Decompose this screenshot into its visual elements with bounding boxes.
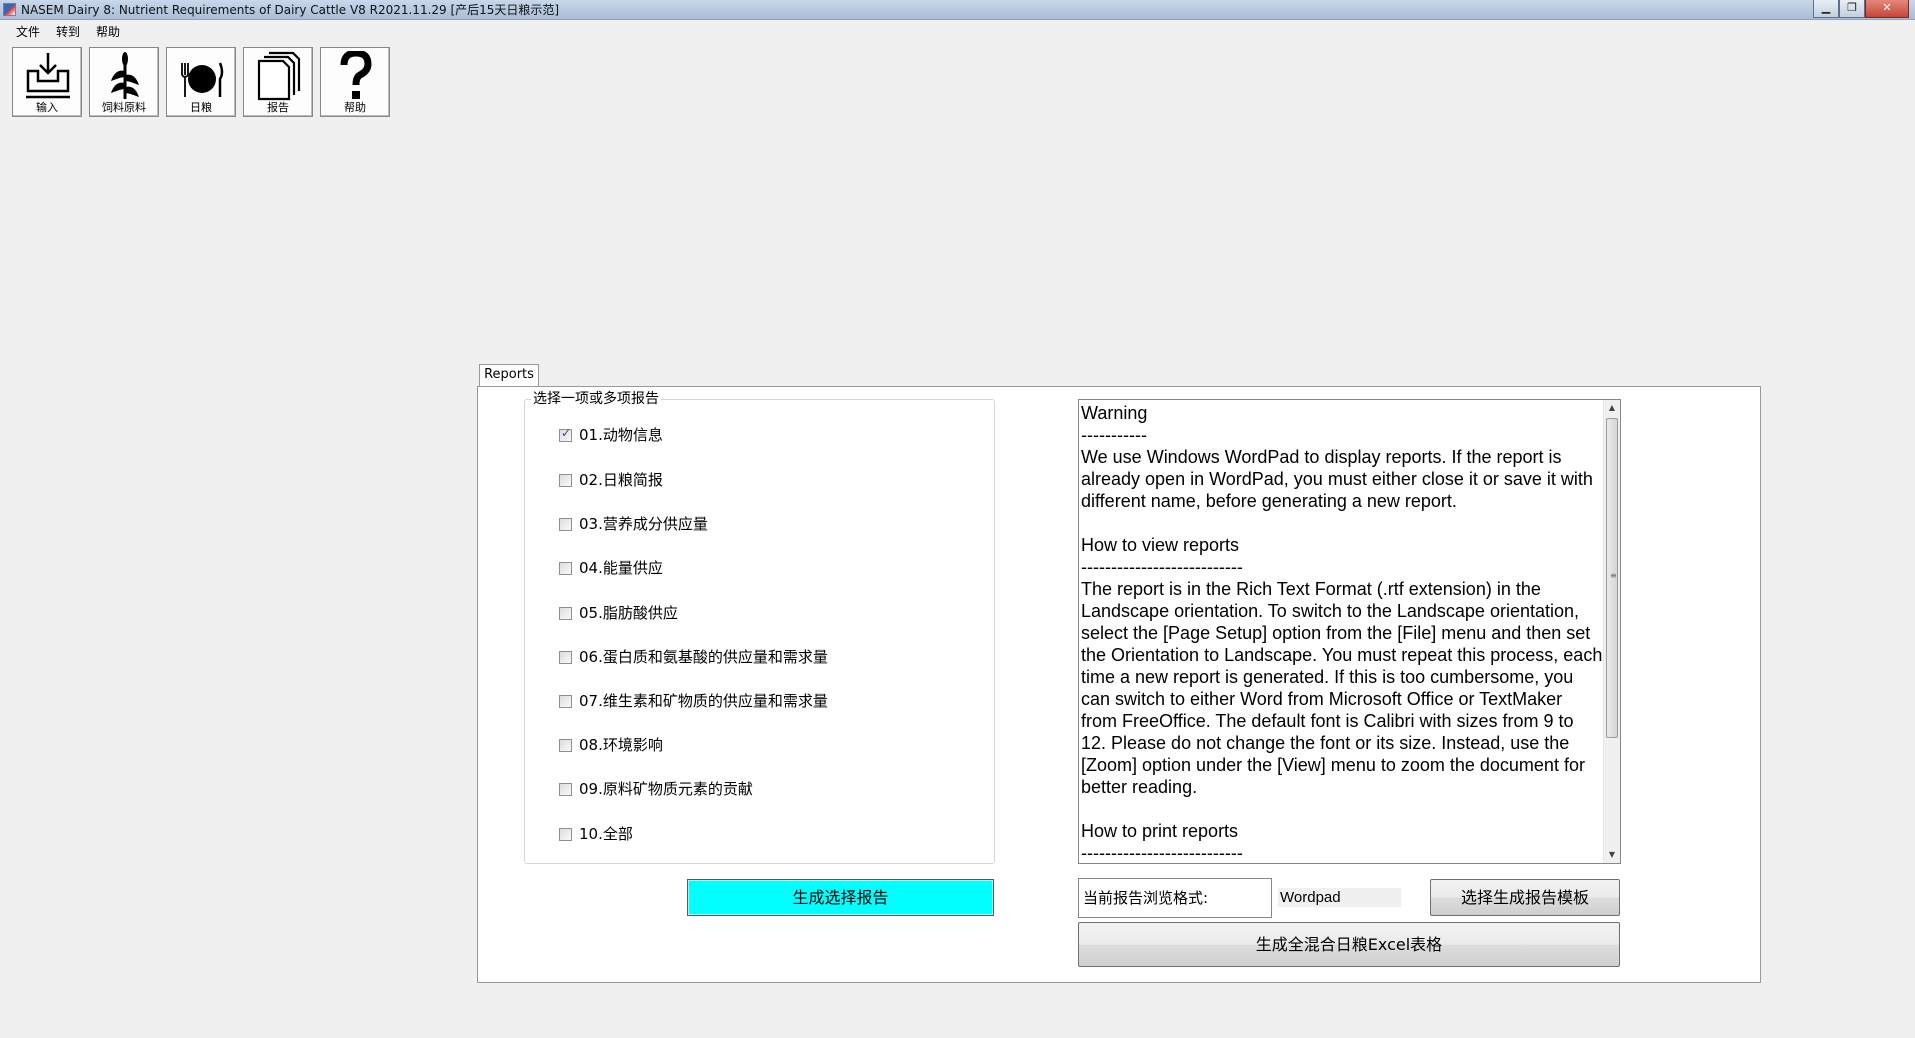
- toolbar-help-label: 帮助: [344, 101, 366, 114]
- title-bar[interactable]: NASEM Dairy 8: Nutrient Requirements of …: [0, 0, 1915, 20]
- report-option-06[interactable]: 06.蛋白质和氨基酸的供应量和需求量: [559, 647, 828, 667]
- report-option-label: 01.动物信息: [579, 426, 663, 444]
- vertical-scrollbar[interactable]: ▲ ≡ ▼: [1603, 400, 1620, 863]
- report-option-05[interactable]: 05.脂肪酸供应: [559, 603, 678, 623]
- report-option-label: 07.维生素和矿物质的供应量和需求量: [579, 692, 828, 710]
- report-option-03[interactable]: 03.营养成分供应量: [559, 514, 708, 534]
- close-button[interactable]: ✕: [1865, 0, 1909, 18]
- report-option-09[interactable]: 09.原料矿物质元素的贡献: [559, 779, 753, 799]
- checkbox-icon[interactable]: [559, 517, 572, 531]
- report-option-10[interactable]: 10.全部: [559, 824, 633, 844]
- checkbox-icon[interactable]: [559, 606, 572, 620]
- report-selection-title: 选择一项或多项报告: [531, 390, 661, 408]
- toolbar-help-button[interactable]: 帮助: [320, 47, 390, 117]
- menu-bar: 文件 转到 帮助: [0, 21, 1915, 43]
- checkbox-icon[interactable]: [559, 426, 572, 442]
- scroll-up-arrow-icon[interactable]: ▲: [1604, 400, 1620, 416]
- input-tray-icon: [26, 53, 70, 99]
- corn-plant-icon: [111, 52, 139, 99]
- scroll-grip-icon: ≡: [1610, 571, 1617, 580]
- tab-reports[interactable]: Reports: [479, 364, 539, 386]
- report-option-label: 09.原料矿物质元素的贡献: [579, 780, 753, 798]
- generate-selected-report-button[interactable]: 生成选择报告: [687, 879, 994, 916]
- plate-fork-knife-icon: [181, 62, 224, 97]
- question-mark-icon: [340, 51, 372, 99]
- report-option-02[interactable]: 02.日粮简报: [559, 470, 663, 490]
- report-option-label: 02.日粮简报: [579, 471, 663, 489]
- app-flag-icon: [3, 3, 16, 16]
- report-option-01[interactable]: 01.动物信息: [559, 425, 663, 445]
- toolbar: 输入 饲料原料 日粮 报告 帮助: [12, 47, 390, 117]
- window-controls: ▁ ❐ ✕: [1813, 0, 1909, 18]
- checkbox-icon[interactable]: [559, 473, 572, 487]
- report-option-label: 06.蛋白质和氨基酸的供应量和需求量: [579, 648, 828, 666]
- report-pages-icon: [257, 51, 301, 101]
- report-option-label: 10.全部: [579, 825, 633, 843]
- report-option-label: 03.营养成分供应量: [579, 515, 708, 533]
- report-option-04[interactable]: 04.能量供应: [559, 558, 663, 578]
- report-format-value: Wordpad: [1278, 888, 1401, 907]
- toolbar-ration-button[interactable]: 日粮: [166, 47, 236, 117]
- toolbar-input-label: 输入: [36, 101, 58, 114]
- checkbox-icon[interactable]: [559, 782, 572, 796]
- toolbar-feeds-label: 饲料原料: [102, 101, 146, 114]
- menu-file[interactable]: 文件: [8, 21, 48, 43]
- checkbox-icon[interactable]: [559, 650, 572, 664]
- toolbar-report-button[interactable]: 报告: [243, 47, 313, 117]
- report-option-07[interactable]: 07.维生素和矿物质的供应量和需求量: [559, 691, 828, 711]
- toolbar-report-label: 报告: [267, 101, 289, 114]
- checkbox-icon[interactable]: [559, 738, 572, 752]
- report-info-text: Warning ----------- We use Windows WordP…: [1081, 403, 1603, 863]
- maximize-button[interactable]: ❐: [1839, 0, 1865, 18]
- toolbar-feeds-button[interactable]: 饲料原料: [89, 47, 159, 117]
- checkbox-icon[interactable]: [559, 827, 572, 841]
- scroll-down-arrow-icon[interactable]: ▼: [1604, 847, 1620, 863]
- menu-help[interactable]: 帮助: [88, 21, 128, 43]
- generate-tmr-excel-button[interactable]: 生成全混合日粮Excel表格: [1078, 922, 1620, 967]
- select-report-template-button[interactable]: 选择生成报告模板: [1430, 879, 1620, 916]
- report-option-label: 08.环境影响: [579, 736, 663, 754]
- report-option-08[interactable]: 08.环境影响: [559, 735, 663, 755]
- checkbox-icon[interactable]: [559, 561, 572, 575]
- checkbox-icon[interactable]: [559, 694, 572, 708]
- toolbar-ration-label: 日粮: [190, 101, 212, 114]
- report-option-label: 05.脂肪酸供应: [579, 604, 678, 622]
- minimize-button[interactable]: ▁: [1813, 0, 1839, 18]
- menu-goto[interactable]: 转到: [48, 21, 88, 43]
- report-option-label: 04.能量供应: [579, 559, 663, 577]
- scroll-thumb[interactable]: ≡: [1606, 418, 1618, 738]
- report-info-textbox[interactable]: Warning ----------- We use Windows WordP…: [1078, 399, 1621, 864]
- report-format-label: 当前报告浏览格式:: [1078, 878, 1272, 918]
- toolbar-input-button[interactable]: 输入: [12, 47, 82, 117]
- window-title: NASEM Dairy 8: Nutrient Requirements of …: [21, 3, 560, 17]
